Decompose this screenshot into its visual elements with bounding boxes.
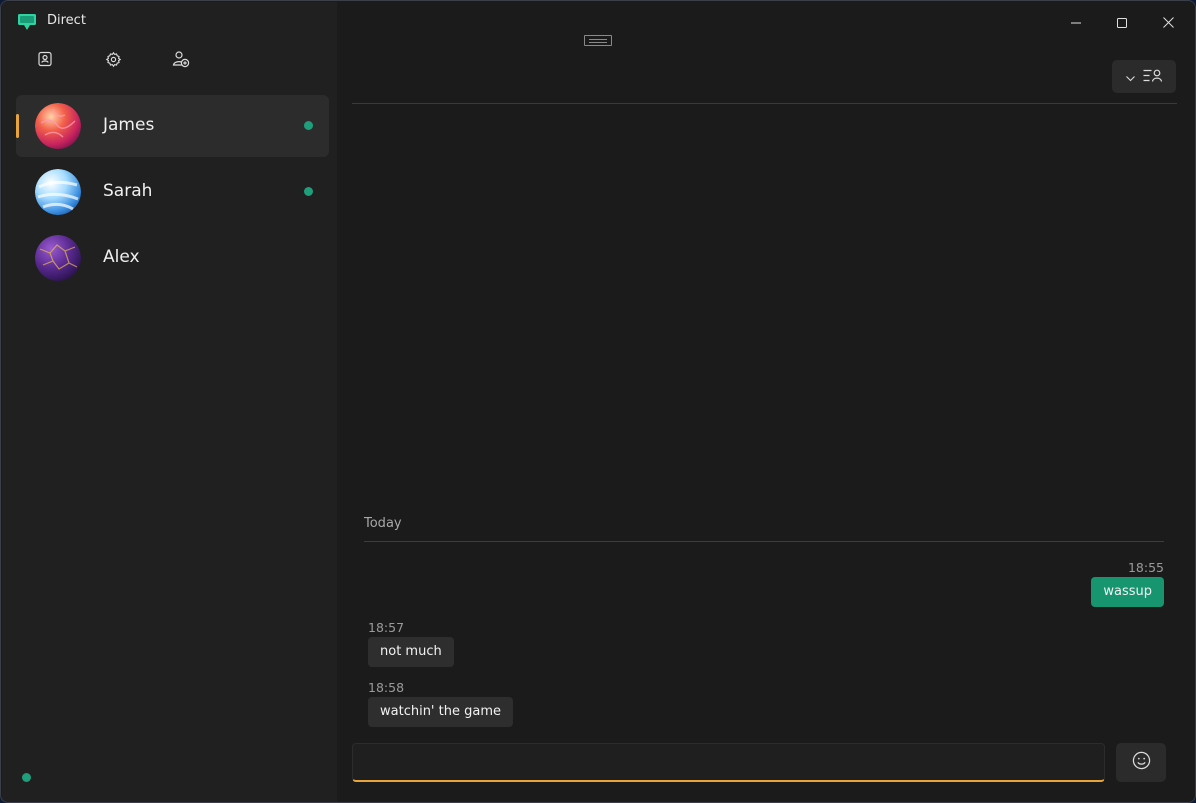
self-status-dot[interactable] [22,773,31,782]
contact-alex[interactable]: Alex [16,227,329,289]
contact-name: James [103,115,155,135]
close-button[interactable] [1150,8,1186,36]
message-time: 18:55 [1127,560,1164,575]
contact-name: Alex [103,247,140,267]
online-status-dot [304,187,313,196]
add-contact-icon [172,50,190,72]
members-dropdown-button[interactable] [1112,60,1176,93]
add-contact-button[interactable] [168,48,194,74]
date-separator: Today [364,516,402,531]
settings-button[interactable] [100,48,126,74]
emoji-button[interactable] [1116,743,1166,782]
maximize-button[interactable] [1104,8,1140,36]
profile-button[interactable] [32,48,58,74]
maximize-icon [1117,13,1127,32]
message-bubble-incoming[interactable]: not much [368,637,454,667]
selection-indicator [16,114,19,138]
avatar [35,235,81,281]
members-list-icon [1143,67,1163,86]
chevron-down-icon [1125,67,1135,86]
profile-card-icon [37,51,53,71]
title-bar[interactable]: Direct [2,2,337,35]
minimize-icon [1071,13,1081,32]
avatar [35,169,81,215]
sidebar: Direct James Sarah Alex [2,2,337,802]
app-window: Direct James Sarah Alex Today 18:55 wass… [0,0,1196,803]
smiley-icon [1132,751,1151,774]
contact-james[interactable]: James [16,95,329,157]
chat-pane: Today 18:55 wassup 18:57 not much 18:58 … [337,2,1195,802]
date-divider [364,541,1164,542]
message-bubble-incoming[interactable]: watchin' the game [368,697,513,727]
message-bubble-outgoing[interactable]: wassup [1091,577,1164,607]
message-time: 18:58 [368,680,405,695]
app-title: Direct [47,13,86,28]
online-status-dot [304,121,313,130]
minimize-button[interactable] [1058,8,1094,36]
header-divider [352,103,1177,104]
contact-name: Sarah [103,181,153,201]
gear-icon [105,51,122,72]
contact-sarah[interactable]: Sarah [16,161,329,223]
app-logo-icon [17,13,37,31]
close-icon [1162,13,1174,32]
message-input[interactable] [352,743,1105,782]
contact-list: James Sarah Alex [16,95,329,293]
message-time: 18:57 [368,620,405,635]
avatar [35,103,81,149]
drag-handle-icon[interactable] [584,35,612,46]
